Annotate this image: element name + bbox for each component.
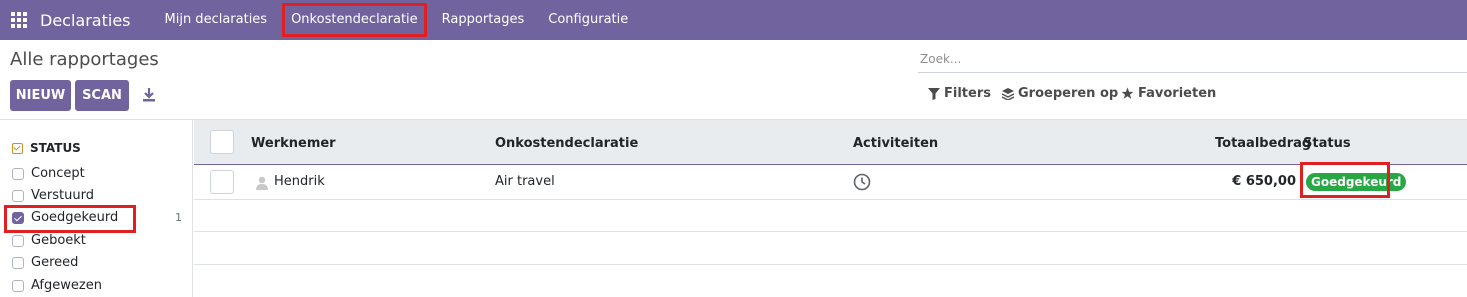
favorites-button[interactable]: Favorieten — [1121, 86, 1216, 101]
column-status[interactable]: Status — [1303, 136, 1351, 151]
filter-item-label: Gereed — [31, 255, 79, 270]
empty-row — [194, 232, 1467, 265]
filter-item-label: Afgewezen — [31, 278, 102, 293]
expense-report-list: Werknemer Onkostendeclaratie Activiteite… — [194, 120, 1467, 297]
clock-icon[interactable] — [853, 173, 871, 191]
filters-label: Filters — [944, 86, 991, 101]
nav-reporting[interactable]: Rapportages — [430, 0, 537, 40]
column-employee[interactable]: Werknemer — [251, 136, 336, 151]
filter-item-gereed[interactable]: Gereed — [12, 255, 182, 270]
layers-icon — [1002, 87, 1014, 100]
status-header-icon — [12, 142, 23, 154]
filter-item-label: Verstuurd — [31, 188, 94, 203]
filters-button[interactable]: Filters — [928, 86, 991, 101]
empty-row — [194, 200, 1467, 232]
search-input[interactable] — [918, 47, 1467, 71]
row-checkbox[interactable] — [210, 170, 234, 194]
star-icon — [1121, 87, 1134, 99]
status-filter-panel: STATUS Concept Verstuurd Goedgekeurd 1 G… — [0, 120, 193, 297]
page-title: Alle rapportages — [10, 49, 159, 70]
cell-employee: Hendrik — [274, 174, 325, 189]
filter-item-concept[interactable]: Concept — [12, 166, 182, 181]
checkbox[interactable] — [12, 279, 24, 292]
new-button[interactable]: NIEUW — [10, 80, 71, 111]
select-all-checkbox[interactable] — [210, 130, 234, 154]
favorites-label: Favorieten — [1138, 86, 1217, 101]
highlight-box — [4, 205, 136, 233]
download-icon[interactable] — [141, 87, 157, 103]
status-filter-header: STATUS — [12, 141, 81, 155]
nav-expense-reports[interactable]: Onkostendeclaratie — [281, 2, 428, 38]
highlight-box — [1300, 162, 1390, 198]
filter-icon — [928, 87, 940, 100]
filter-item-afgewezen[interactable]: Afgewezen — [12, 278, 182, 293]
checkbox[interactable] — [12, 256, 24, 269]
table-header: Werknemer Onkostendeclaratie Activiteite… — [194, 120, 1467, 165]
top-navbar: Declaraties Mijn declaraties Onkostendec… — [0, 0, 1467, 40]
checkbox[interactable] — [12, 189, 24, 202]
cell-total-amount: € 650,00 — [1232, 174, 1296, 189]
group-by-button[interactable]: Groeperen op — [1002, 86, 1118, 101]
group-by-label: Groeperen op — [1018, 86, 1119, 101]
search-box[interactable] — [918, 47, 1467, 73]
nav-configuration[interactable]: Configuratie — [536, 0, 640, 40]
filter-item-label: Geboekt — [31, 233, 86, 248]
checkbox[interactable] — [12, 234, 24, 247]
user-avatar-icon — [256, 176, 268, 190]
filter-item-verstuurd[interactable]: Verstuurd — [12, 188, 182, 203]
app-title[interactable]: Declaraties — [40, 11, 131, 30]
empty-row — [194, 265, 1467, 297]
filter-item-count: 1 — [175, 211, 182, 224]
column-activities[interactable]: Activiteiten — [853, 136, 938, 151]
column-expense-report[interactable]: Onkostendeclaratie — [495, 136, 638, 151]
status-header-label: STATUS — [30, 141, 81, 155]
checkbox[interactable] — [12, 167, 24, 180]
filter-item-label: Concept — [31, 166, 85, 181]
table-row[interactable]: Hendrik Air travel € 650,00 Goedgekeurd — [194, 165, 1467, 200]
filter-item-geboekt[interactable]: Geboekt — [12, 233, 182, 248]
scan-button[interactable]: SCAN — [75, 80, 129, 111]
nav-my-expenses[interactable]: Mijn declaraties — [153, 0, 280, 40]
column-total-amount[interactable]: Totaalbedrag — [1215, 136, 1311, 151]
cell-expense-report: Air travel — [495, 174, 555, 189]
apps-menu-icon[interactable] — [11, 12, 27, 28]
